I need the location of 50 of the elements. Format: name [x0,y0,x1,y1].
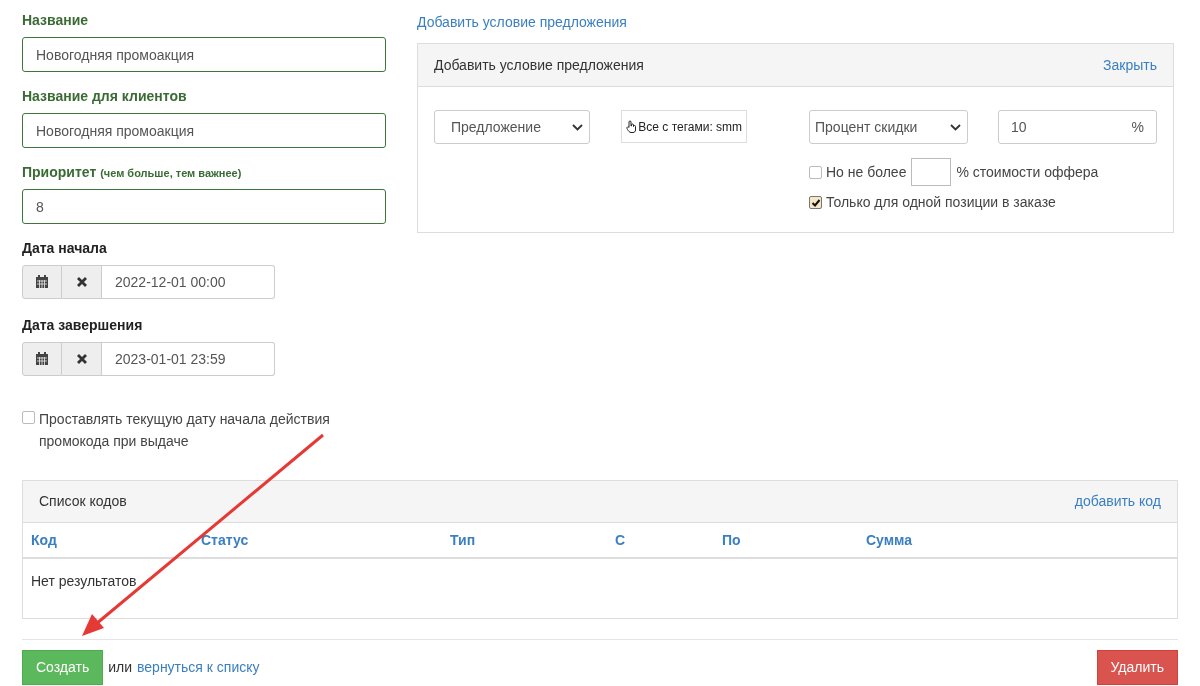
back-link[interactable]: вернуться к списку [137,657,260,678]
field-label: Название [22,11,90,30]
close-link[interactable]: Закрыть [1103,54,1157,76]
column-header[interactable]: Статус [201,529,450,551]
checkbox-label: Только для одной позиции в заказе [826,193,1056,212]
empty-message: Нет результатов [30,572,138,591]
checkbox-label: Проставлять текущую дату начала действия промокода при выдаче [39,410,331,451]
add-code-link[interactable]: добавить код [1074,491,1161,512]
discount-type-select[interactable]: Процент скидки [809,110,968,144]
calendar-icon [35,352,49,366]
add-condition-link[interactable]: Добавить условие предложения [417,12,627,33]
text-input[interactable]: Новогодняя промоакция [22,113,386,148]
delete-button[interactable]: Удалить [1096,650,1178,685]
column-header[interactable]: Код [31,529,201,551]
panel-title: Добавить условие предложения [434,55,644,75]
or-text: или [108,658,133,677]
text-input[interactable]: 8 [22,189,386,224]
field-label: Приоритет (чем больше, тем важнее) [22,163,243,182]
date-input[interactable]: 2022-12-01 00:00 [102,265,275,299]
calendar-button[interactable] [22,265,62,299]
unit-label: % [1131,117,1144,137]
column-header[interactable]: Сумма [866,529,1066,551]
clear-button[interactable] [62,342,102,376]
tags-button[interactable]: Все с тегами: smm [621,110,747,143]
checkbox-label: Но не более [826,162,907,182]
text-input[interactable]: Новогодняя промоакция [22,37,386,72]
offer-select[interactable]: Предложение [434,110,591,144]
panel-title: Список кодов [39,492,127,511]
date-input[interactable]: 2023-01-01 23:59 [102,342,275,376]
close-icon [75,276,88,288]
field-label: Название для клиентов [22,87,188,106]
limit-input[interactable] [911,158,952,186]
checkbox-label: % стоимости оффера [956,162,1099,182]
column-header[interactable]: По [722,529,866,551]
create-button[interactable]: Создать [22,650,104,685]
calendar-button[interactable] [22,342,62,376]
checkbox[interactable] [22,411,35,424]
hand-pointer-icon [626,120,638,133]
checkbox[interactable] [809,196,822,209]
calendar-icon [35,275,49,289]
column-header[interactable]: С [615,529,722,551]
close-icon [75,353,88,365]
clear-button[interactable] [62,265,102,299]
column-header[interactable]: Тип [450,529,615,551]
discount-field[interactable]: 10 % [998,110,1157,144]
caret-icon [572,123,584,131]
checkbox[interactable] [809,165,822,179]
caret-icon [950,123,961,131]
field-label: Дата начала [22,239,108,258]
field-label: Дата завершения [22,316,144,335]
